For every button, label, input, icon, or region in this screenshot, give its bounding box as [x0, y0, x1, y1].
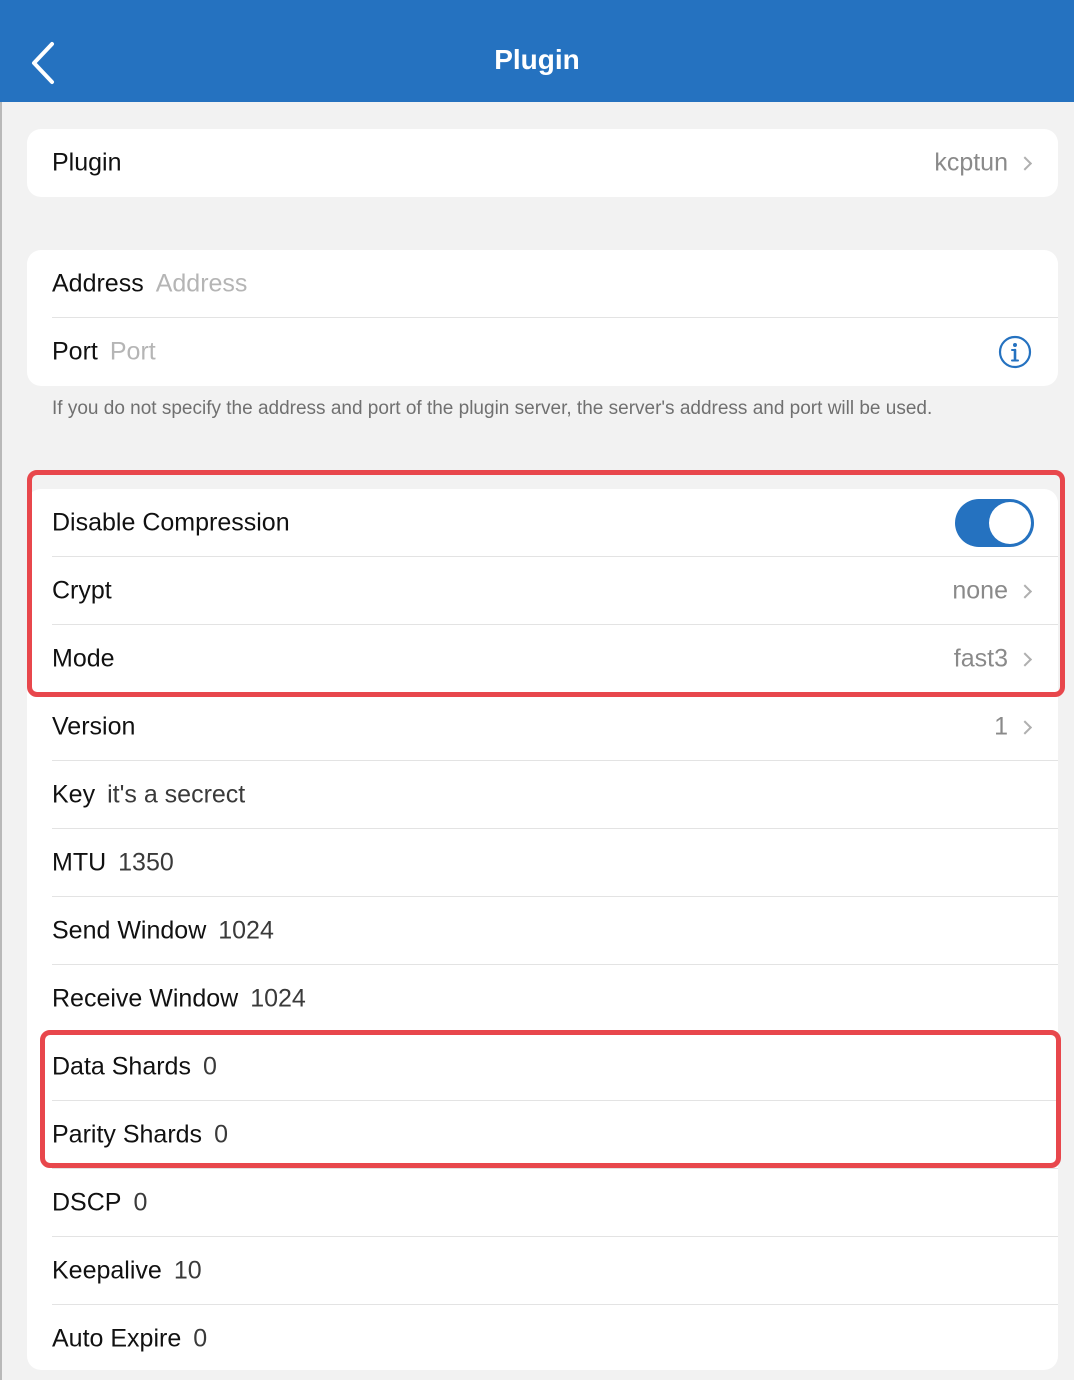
port-input[interactable]: Port: [110, 338, 156, 366]
chevron-right-icon: [1017, 719, 1033, 735]
info-icon[interactable]: [998, 335, 1032, 369]
plugin-row[interactable]: Plugin kcptun: [27, 129, 1058, 197]
navigation-bar: Plugin: [0, 0, 1074, 102]
version-value: 1: [994, 712, 1008, 741]
mtu-label: MTU: [52, 848, 107, 877]
plugin-card: Plugin kcptun: [27, 129, 1058, 197]
key-row[interactable]: Key it's a secrect: [27, 761, 1058, 829]
highlight-box-shards: [40, 1030, 1061, 1168]
port-row[interactable]: Port Port: [27, 318, 1058, 386]
dscp-input[interactable]: 0: [133, 1189, 147, 1217]
keepalive-input[interactable]: 10: [174, 1257, 202, 1285]
auto-expire-label: Auto Expire: [52, 1324, 182, 1353]
mtu-input[interactable]: 1350: [118, 849, 174, 877]
address-row[interactable]: Address Address: [27, 250, 1058, 318]
plugin-label: Plugin: [52, 148, 122, 177]
send-window-label: Send Window: [52, 916, 207, 945]
plugin-value: kcptun: [934, 148, 1008, 177]
version-row[interactable]: Version 1: [27, 693, 1058, 761]
address-input[interactable]: Address: [156, 270, 248, 298]
send-window-row[interactable]: Send Window 1024: [27, 897, 1058, 965]
chevron-right-icon: [1017, 155, 1033, 171]
receive-window-input[interactable]: 1024: [250, 985, 306, 1013]
keepalive-row[interactable]: Keepalive 10: [27, 1237, 1058, 1305]
port-label: Port: [52, 337, 98, 366]
window-edge: [0, 102, 2, 1380]
version-label: Version: [52, 712, 136, 741]
dscp-label: DSCP: [52, 1188, 122, 1217]
auto-expire-input[interactable]: 0: [193, 1325, 207, 1353]
receive-window-row[interactable]: Receive Window 1024: [27, 965, 1058, 1033]
key-label: Key: [52, 780, 96, 809]
auto-expire-row[interactable]: Auto Expire 0: [27, 1305, 1058, 1370]
receive-window-label: Receive Window: [52, 984, 239, 1013]
send-window-input[interactable]: 1024: [218, 917, 274, 945]
server-footnote: If you do not specify the address and po…: [52, 398, 933, 419]
address-label: Address: [52, 269, 144, 298]
key-input[interactable]: it's a secrect: [107, 781, 245, 809]
server-card: Address Address Port Port: [27, 250, 1058, 386]
mtu-row[interactable]: MTU 1350: [27, 829, 1058, 897]
keepalive-label: Keepalive: [52, 1256, 162, 1285]
page-title: Plugin: [494, 44, 580, 75]
highlight-box-compression-crypt-mode: [27, 470, 1065, 697]
dscp-row[interactable]: DSCP 0: [27, 1169, 1058, 1237]
